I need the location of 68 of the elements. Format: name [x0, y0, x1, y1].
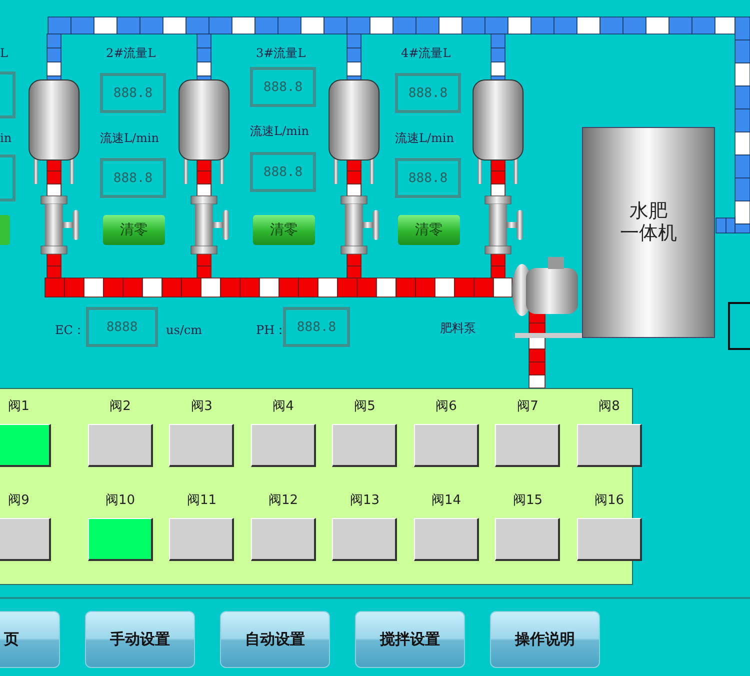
- ph-readout: 888.8: [283, 307, 350, 347]
- nav-button[interactable]: 页: [0, 611, 60, 668]
- flow-label: L: [0, 45, 8, 61]
- rate-readout: 888.8: [395, 158, 461, 198]
- rate-readout: 888.8: [250, 152, 316, 192]
- partial-readout: [0, 154, 16, 202]
- valve-drawing: [40, 196, 79, 254]
- valve-indicator[interactable]: [576, 518, 642, 560]
- valve-label: 阀2: [110, 398, 131, 415]
- frame-outline: [728, 302, 750, 350]
- valve-indicator[interactable]: [0, 424, 52, 467]
- flow-readout: 888.8: [250, 67, 316, 107]
- valve-label: 阀3: [191, 398, 212, 415]
- rate-label: in: [0, 130, 12, 146]
- valve-indicator[interactable]: [332, 424, 398, 467]
- valve-label: 阀5: [354, 398, 376, 415]
- flow-readout: 888.8: [100, 73, 166, 113]
- valve-drawing: [484, 196, 523, 254]
- valve-indicator[interactable]: [169, 424, 234, 467]
- valve-indicator[interactable]: [250, 518, 316, 560]
- nav-button[interactable]: 操作说明: [490, 611, 600, 668]
- valve-indicator[interactable]: [495, 424, 560, 467]
- flow-label: 3#流量L: [256, 45, 306, 61]
- valve-label: 阀11: [186, 492, 217, 508]
- reset-button[interactable]: 清零: [398, 215, 460, 245]
- valve-indicator[interactable]: [414, 424, 479, 467]
- valve-label: 阀12: [268, 492, 298, 508]
- reset-button[interactable]: 清零: [103, 215, 165, 245]
- ec-readout: 8888: [86, 307, 158, 347]
- valve-label: 阀7: [517, 398, 538, 415]
- valve-indicator[interactable]: [88, 424, 153, 467]
- valve-label: 阀16: [594, 492, 624, 508]
- rate-readout: 888.8: [100, 158, 166, 198]
- pump-label: 肥料泵: [440, 320, 476, 336]
- ec-label: EC：: [55, 322, 85, 338]
- valve-indicator[interactable]: [414, 518, 479, 560]
- nav-button[interactable]: 手动设置: [85, 611, 195, 668]
- flow-label: 2#流量L: [106, 45, 156, 61]
- valve-label: 阀13: [350, 492, 380, 508]
- valve-label: 阀15: [512, 492, 543, 508]
- rate-label: 流速L/min: [100, 130, 159, 146]
- flow-label: 4#流量L: [401, 45, 451, 61]
- partial-readout: [0, 72, 16, 118]
- valve-label: 阀6: [436, 398, 457, 415]
- rate-label: 流速L/min: [395, 130, 454, 146]
- reset-button[interactable]: 清零: [253, 215, 315, 245]
- valve-drawing: [340, 196, 379, 254]
- flow-readout: 888.8: [395, 73, 461, 113]
- valve-indicator[interactable]: [88, 518, 153, 560]
- machine-label: 一体机: [620, 222, 677, 244]
- valve-indicator[interactable]: [169, 518, 234, 560]
- valve-indicator[interactable]: [332, 518, 398, 560]
- valve-label: 阀9: [8, 492, 30, 508]
- ec-unit: us/cm: [166, 322, 202, 338]
- rate-label: 流速L/min: [250, 123, 309, 139]
- valve-label: 阀1: [8, 398, 30, 415]
- valve-drawing: [190, 196, 229, 254]
- valve-indicator[interactable]: [576, 424, 642, 467]
- valve-indicator[interactable]: [250, 424, 316, 467]
- valve-label: 阀10: [105, 492, 136, 508]
- machine-label: 水肥: [630, 200, 668, 222]
- valve-indicator[interactable]: [495, 518, 560, 560]
- valve-label: 阀14: [431, 492, 462, 508]
- valve-label: 阀4: [272, 398, 294, 415]
- valve-indicator[interactable]: [0, 518, 52, 560]
- nav-button[interactable]: 自动设置: [220, 611, 330, 668]
- valve-label: 阀8: [598, 398, 620, 415]
- nav-button[interactable]: 搅拌设置: [355, 611, 465, 668]
